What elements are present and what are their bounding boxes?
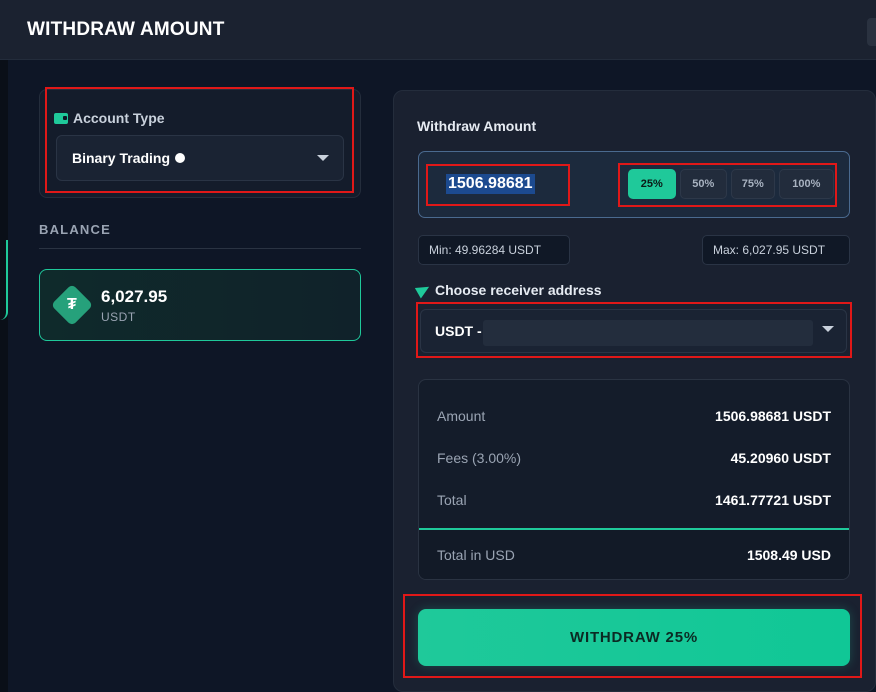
account-type-label: Account Type [54,109,165,127]
min-amount-chip: Min: 49.96284 USDT [418,235,570,265]
send-icon [414,281,433,299]
receiver-address-label-text: Choose receiver address [435,282,602,298]
summary-key: Fees (3.00%) [437,450,522,466]
summary-key: Total in USD [437,547,515,563]
percent-75-button[interactable]: 75% [731,169,775,199]
receiver-address-select[interactable]: USDT - [420,309,847,353]
summary-value: 45.20960 USDT [730,450,831,466]
background-chart-edge [0,60,8,692]
summary-value: 1461.77721 USDT [715,492,831,508]
summary-value: 1506.98681 USDT [715,408,831,424]
chart-line [0,240,8,320]
balance-divider [39,248,361,249]
status-dot-icon [175,153,186,163]
summary-row-amount: Amount 1506.98681 USDT [437,406,831,426]
balance-unit: USDT [101,310,136,324]
summary-value: 1508.49 USD [746,547,831,563]
page-title: WITHDRAW AMOUNT [27,19,225,40]
percent-100-button[interactable]: 100% [778,169,834,199]
summary-row-total: Total 1461.77721 USDT [437,490,831,510]
receiver-address-label: Choose receiver address [414,281,602,299]
receiver-address-prefix: USDT - [435,323,482,339]
summary-key: Amount [437,408,486,424]
account-type-value-text: Binary Trading [72,150,171,166]
modal-header: WITHDRAW AMOUNT [0,0,876,60]
withdraw-amount-label: Withdraw Amount [417,118,537,134]
max-amount-chip: Max: 6,027.95 USDT [702,235,850,265]
account-type-label-text: Account Type [73,110,165,126]
balance-card[interactable]: ₮ 6,027.95 USDT [39,269,361,341]
receiver-address-redacted [483,320,813,346]
chevron-down-icon [317,155,329,161]
withdraw-amount-value: 1506.98681 [446,174,535,194]
account-type-value: Binary Trading [72,150,186,166]
percent-25-button[interactable]: 25% [628,169,676,199]
account-type-select[interactable]: Binary Trading [56,135,344,181]
chevron-down-icon [822,326,834,332]
summary-key: Total [437,492,467,508]
wallet-icon [54,112,68,124]
close-button[interactable] [867,18,876,46]
summary-row-total-usd: Total in USD 1508.49 USD [437,545,831,565]
withdraw-button[interactable]: WITHDRAW 25% [418,609,850,666]
withdraw-modal: WITHDRAW AMOUNT Account Type Binary Trad… [0,0,876,692]
tether-icon: ₮ [50,283,94,327]
summary-row-fees: Fees (3.00%) 45.20960 USDT [437,448,831,468]
percent-button-group: 25% 50% 75% 100% [628,169,834,201]
percent-50-button[interactable]: 50% [679,169,728,199]
withdraw-summary: Amount 1506.98681 USDT Fees (3.00%) 45.2… [418,379,850,580]
summary-footer: Total in USD 1508.49 USD [419,530,849,579]
balance-heading: BALANCE [39,222,111,237]
balance-value: 6,027.95 [101,287,168,306]
